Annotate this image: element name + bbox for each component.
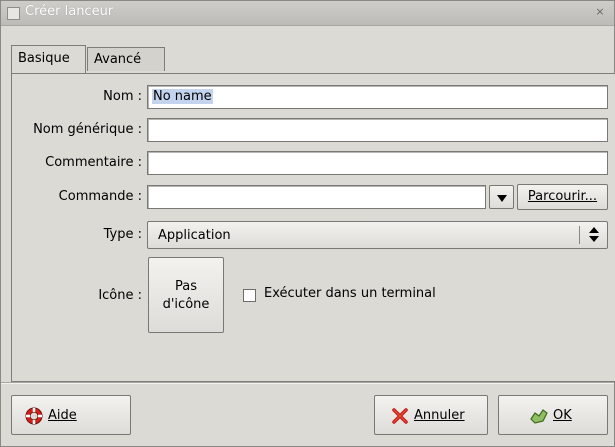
tab-advanced[interactable]: Avancé bbox=[87, 47, 165, 71]
name-field[interactable]: No name bbox=[147, 85, 608, 109]
ok-button-label: OK bbox=[553, 408, 572, 423]
lifebuoy-icon bbox=[25, 407, 43, 425]
generic-name-field[interactable] bbox=[147, 118, 608, 142]
tab-basic-label: Basique bbox=[18, 51, 70, 66]
command-history-dropdown[interactable] bbox=[489, 185, 514, 209]
cancel-button-label: Annuler bbox=[414, 408, 465, 423]
combo-separator bbox=[579, 226, 580, 244]
tab-advanced-label: Avancé bbox=[94, 52, 142, 67]
browse-button-label: Parcourir... bbox=[527, 189, 598, 204]
choose-icon-button-line2: d'icône bbox=[162, 297, 210, 312]
window-title: Créer lanceur bbox=[25, 4, 114, 19]
name-label: Nom : bbox=[103, 89, 142, 104]
cancel-button[interactable]: Annuler bbox=[374, 395, 488, 435]
comment-field[interactable] bbox=[147, 151, 608, 175]
choose-icon-button-line1: Pas bbox=[175, 279, 197, 294]
comment-label: Commentaire : bbox=[45, 155, 142, 170]
choose-icon-button[interactable]: Pas d'icône bbox=[148, 257, 224, 333]
command-label: Commande : bbox=[58, 189, 142, 204]
ok-hand-icon bbox=[530, 409, 548, 424]
close-button[interactable]: × bbox=[593, 5, 607, 19]
type-label: Type : bbox=[103, 227, 142, 242]
generic-name-label: Nom générique : bbox=[33, 122, 142, 137]
browse-button[interactable]: Parcourir... bbox=[517, 184, 608, 210]
type-select[interactable]: Application bbox=[147, 221, 608, 249]
run-in-terminal-checkbox[interactable] bbox=[243, 289, 256, 302]
separator-highlight bbox=[1, 383, 614, 384]
chevron-down-icon bbox=[497, 195, 507, 202]
icon-label: Icône : bbox=[98, 288, 142, 303]
type-select-value: Application bbox=[158, 228, 231, 243]
run-in-terminal-label[interactable]: Exécuter dans un terminal bbox=[264, 286, 436, 301]
create-launcher-dialog: Créer lanceur × Basique Avancé Nom : No … bbox=[0, 0, 615, 447]
window-menu-icon[interactable] bbox=[7, 7, 20, 20]
ok-button[interactable]: OK bbox=[498, 395, 608, 435]
title-bar[interactable]: Créer lanceur × bbox=[1, 1, 614, 26]
cancel-x-icon bbox=[392, 408, 408, 424]
help-button-label: Aide bbox=[48, 408, 77, 423]
up-down-arrows-icon bbox=[589, 227, 599, 243]
name-field-value: No name bbox=[152, 89, 213, 104]
command-field[interactable] bbox=[147, 185, 486, 209]
help-button[interactable]: Aide bbox=[11, 395, 131, 435]
tab-basic[interactable]: Basique bbox=[11, 45, 86, 74]
